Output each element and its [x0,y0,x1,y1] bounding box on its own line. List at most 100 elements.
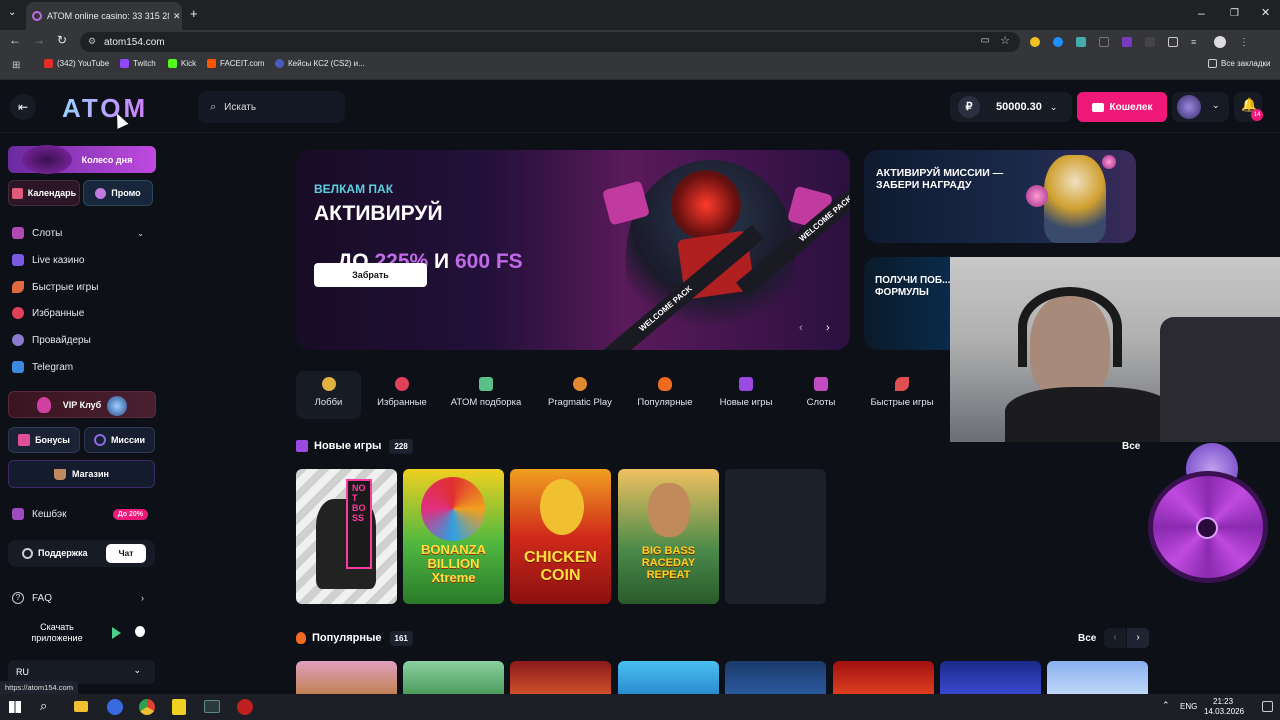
promo-button[interactable]: Промо [83,180,153,206]
game-tile[interactable] [833,661,934,695]
vip-club-button[interactable]: VIP Клуб [8,391,156,418]
sidebar-item-fast-games[interactable]: Быстрые игры [12,281,98,293]
cashback-item[interactable]: Кешбэк До 20% [12,508,148,520]
browser-menu-icon[interactable]: ⋮ [1239,37,1249,48]
google-play-icon[interactable] [112,627,121,639]
category-new-games[interactable]: Новые игры [712,373,780,419]
faq-item[interactable]: ? FAQ › [12,592,144,604]
windows-start-icon[interactable] [9,701,21,713]
category-fast-games[interactable]: Быстрые игры [864,373,940,419]
new-games-all-link[interactable]: Все [1122,441,1140,452]
missions-banner[interactable]: АКТИВИРУЙ МИССИИ — ЗАБЕРИ НАГРАДУ [864,150,1136,243]
close-window-button[interactable]: ✕ [1261,6,1270,19]
game-tile[interactable] [940,661,1041,695]
sidebar-item-slots[interactable]: Слоты ⌄ [12,227,144,239]
install-icon[interactable]: ▭ [981,35,990,46]
bookmark-twitch[interactable]: Twitch [120,59,156,68]
media-icon[interactable]: ≡ [1191,37,1201,47]
clock-date[interactable]: 14.03.2026 [1204,707,1244,716]
banner-next-icon[interactable]: › [826,322,830,334]
sidebar-item-telegram[interactable]: Telegram [12,361,73,373]
tab-close-icon[interactable]: ✕ [173,11,181,22]
banner-prev-icon[interactable]: ‹ [799,322,803,334]
bookmark-star-icon[interactable]: ☆ [1000,34,1010,47]
game-tile[interactable] [1047,661,1148,695]
restore-button[interactable]: ❐ [1230,8,1239,19]
notifications-button[interactable]: 🔔 14 [1234,92,1263,122]
url-field[interactable]: ⚙ atom154.com ▭ ☆ [80,32,1020,52]
apple-icon[interactable] [135,626,145,637]
missions-button[interactable]: Миссии [84,427,155,453]
back-icon[interactable]: ← [9,33,21,47]
chat-button[interactable]: Чат [106,544,146,563]
user-menu[interactable]: ⌄ [1172,92,1229,122]
game-tile[interactable]: CHICKEN COIN [510,469,611,604]
new-tab-button[interactable]: + [190,6,198,21]
clock-time[interactable]: 21:23 [1213,697,1233,706]
bookmark-kick[interactable]: Kick [168,59,196,68]
balance-box[interactable]: ₽ 50000.30 ⌄ [950,92,1072,122]
category-slots[interactable]: Слоты [798,373,844,419]
search-box[interactable]: ⌕ Искать [198,91,345,123]
forward-icon[interactable]: → [33,33,45,47]
sidebar-item-favorites[interactable]: Избранные [12,307,84,319]
calendar-button[interactable]: Календарь [8,180,80,206]
popular-all-link[interactable]: Все [1078,633,1096,644]
apps-grid-icon[interactable]: ⊞ [12,60,20,71]
shop-button[interactable]: Магазин [8,460,155,488]
extension-icon[interactable] [1145,37,1155,47]
category-popular[interactable]: Популярные [634,373,696,419]
logo[interactable]: ATOM [62,93,148,124]
game-tile[interactable] [296,661,397,695]
tab-list-icon[interactable]: ⌄ [8,7,16,18]
chrome-icon[interactable] [139,699,155,715]
search-icon[interactable]: ⌕ [40,698,47,714]
sidebar-item-providers[interactable]: Провайдеры [12,334,91,346]
extension-icon[interactable] [1053,37,1063,47]
app-icon[interactable] [237,699,253,715]
notification-center-icon[interactable] [1262,701,1273,712]
floating-wheel-widget[interactable] [1148,443,1270,583]
extension-icon[interactable] [1099,37,1109,47]
formula-banner[interactable]: ПОЛУЧИ ПОБ... ФОРМУЛЫ [864,257,950,350]
bookmark-youtube[interactable]: (342) YouTube [44,59,109,68]
game-tile[interactable]: BIG BASS RACEDAY REPEAT [618,469,719,604]
minimize-button[interactable]: – [1198,6,1205,20]
category-pragmatic-play[interactable]: Pragmatic Play [545,373,615,419]
wheel-of-day-button[interactable]: Колесо дня [8,145,156,174]
bookmark-faceit[interactable]: FACEIT.com [207,59,264,68]
extensions-puzzle-icon[interactable] [1168,37,1178,47]
download-app[interactable]: Скачать приложение [24,622,150,646]
game-tile[interactable] [403,661,504,695]
collapse-sidebar-icon[interactable]: ⇤ [10,94,36,120]
app-icon[interactable] [204,700,220,713]
game-tile[interactable] [725,661,826,695]
reload-icon[interactable]: ↻ [57,33,67,47]
category-favorites[interactable]: Избранные [371,373,433,419]
all-bookmarks[interactable]: Все закладки [1208,59,1270,68]
game-tile[interactable]: NOT BOSS [296,469,397,604]
extension-icon[interactable] [1122,37,1132,47]
bonuses-button[interactable]: Бонусы [8,427,80,453]
language-indicator[interactable]: ENG [1180,702,1197,711]
extension-icon[interactable] [1030,37,1040,47]
sidebar-item-live-casino[interactable]: Live казино [12,254,84,266]
file-explorer-icon[interactable] [74,701,88,712]
popular-prev-button[interactable]: ‹ [1104,628,1126,648]
extension-icon[interactable] [1076,37,1086,47]
claim-button[interactable]: Забрать [314,263,427,287]
category-atom-selection[interactable]: ATOM подборка [448,373,524,419]
profile-avatar[interactable] [1214,36,1226,48]
bookmark-cs2-cases[interactable]: Кейсы КС2 (CS2) и... [275,59,365,68]
game-tile[interactable] [510,661,611,695]
welcome-banner[interactable]: WELCOME PACK WELCOME PACK ВЕЛКАМ ПАК АКТ… [296,150,850,350]
app-icon[interactable] [107,699,123,715]
tray-chevron-icon[interactable]: ⌃ [1162,700,1170,711]
category-lobby[interactable]: Лобби [296,373,361,419]
popular-next-button[interactable]: › [1127,628,1149,648]
wallet-button[interactable]: Кошелек [1077,92,1167,122]
site-info-icon[interactable]: ⚙ [88,36,96,47]
browser-tab[interactable]: ATOM online casino: 33 315 28... ✕ [26,2,182,30]
app-icon[interactable] [172,699,186,715]
game-tile[interactable] [618,661,719,695]
